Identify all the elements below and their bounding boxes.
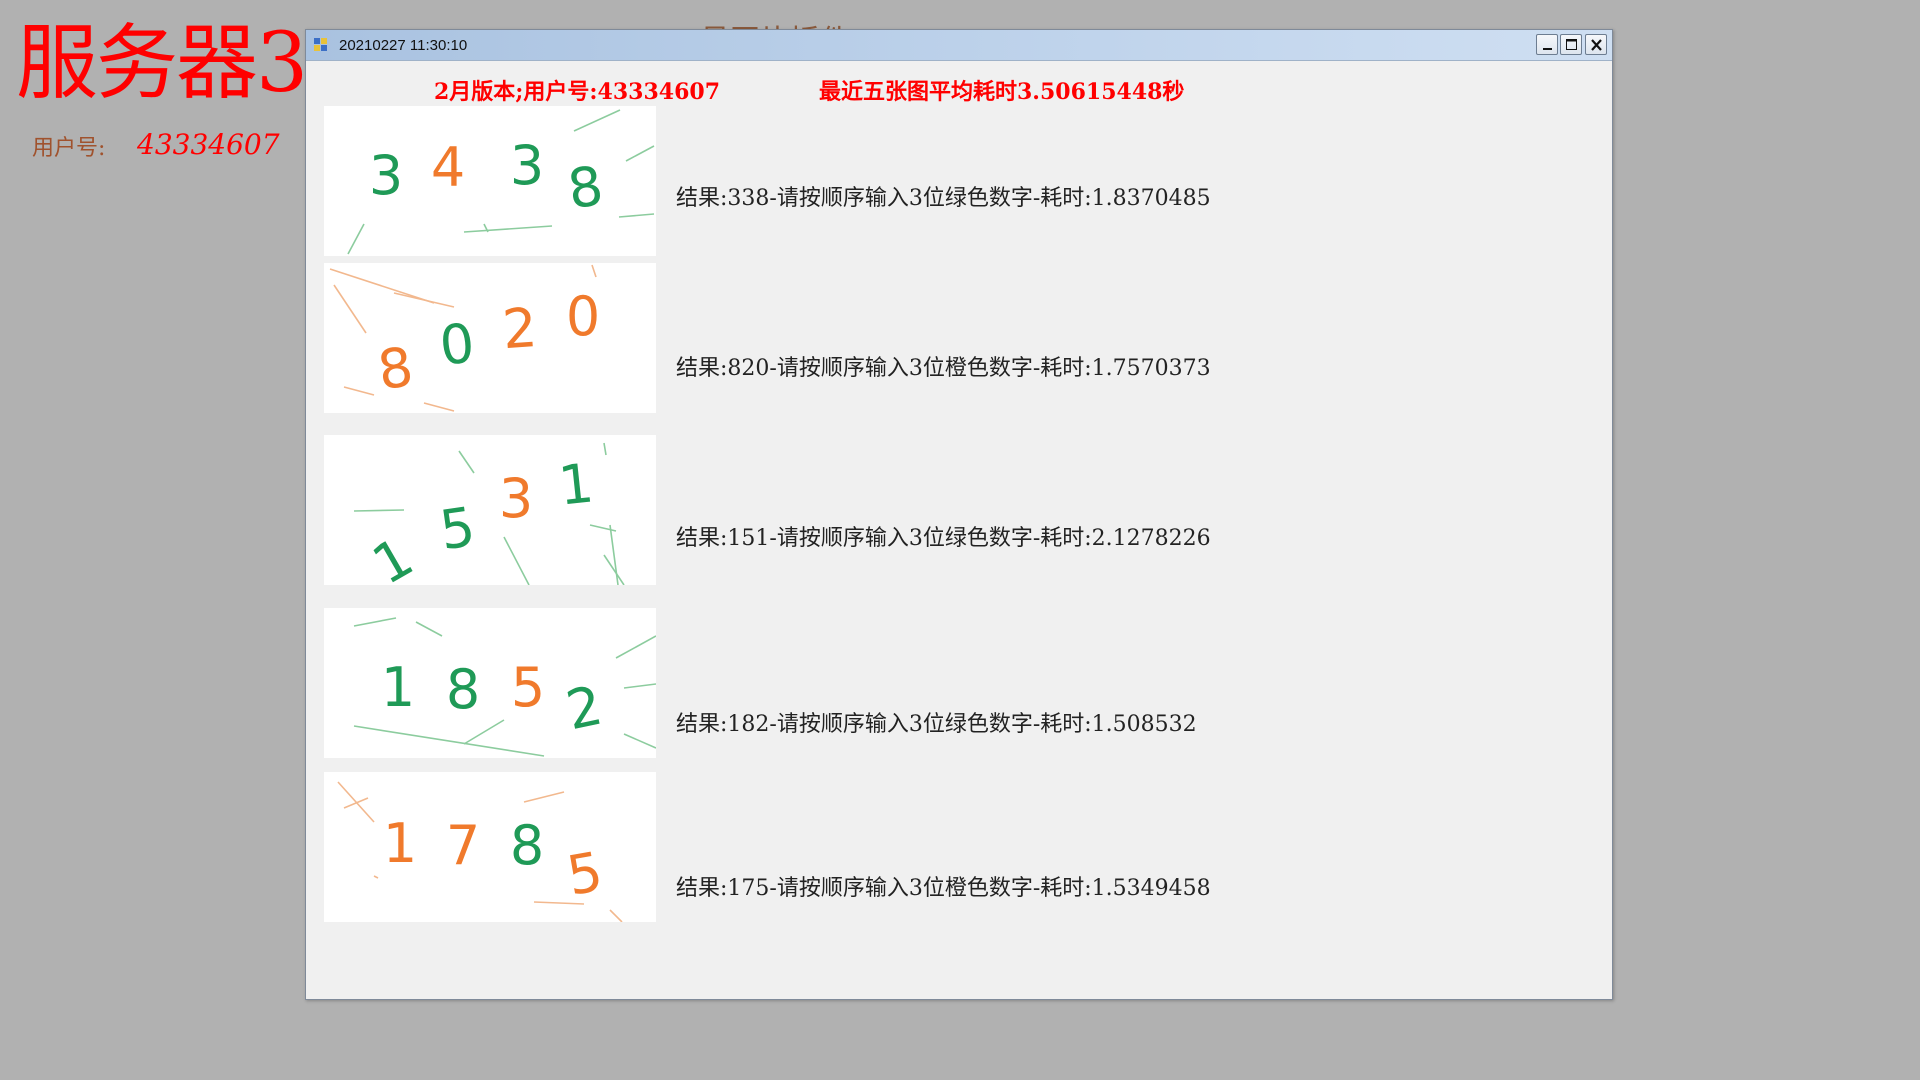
captcha-digit: 1 (381, 656, 415, 719)
close-button[interactable] (1585, 34, 1607, 55)
captcha-digit: 7 (446, 814, 480, 877)
captcha-digit: 5 (562, 840, 607, 908)
captcha-digit: 0 (437, 311, 478, 377)
captcha-digit: 4 (431, 136, 465, 199)
captcha-digit: 2 (561, 674, 608, 743)
result-text: 结果:820-请按顺序输入3位橙色数字-耗时:1.7570373 (676, 356, 1211, 381)
average-time-heading: 最近五张图平均耗时3.50615448秒 (819, 79, 1185, 105)
result-text: 结果:338-请按顺序输入3位绿色数字-耗时:1.8370485 (676, 186, 1211, 211)
version-user-heading: 2月版本;用户号:43334607 (434, 79, 721, 105)
minimize-icon (1543, 48, 1552, 50)
close-icon (1591, 39, 1602, 51)
captcha-digit: 3 (499, 467, 533, 530)
captcha-digit: 5 (511, 656, 545, 719)
title-bar[interactable]: 20210227 11:30:10 (306, 30, 1612, 61)
captcha-image: 3438 (324, 106, 656, 256)
app-window: 20210227 11:30:10 2月版本;用户号:43334607 最近五张… (305, 29, 1613, 1000)
captcha-digit: 1 (556, 451, 597, 517)
captcha-digit: 2 (500, 296, 539, 361)
maximize-button[interactable] (1560, 34, 1582, 55)
captcha-digit: 1 (383, 812, 417, 875)
minimize-button[interactable] (1536, 34, 1558, 55)
captcha-image: 1785 (324, 772, 656, 922)
captcha-digit: 8 (564, 154, 607, 221)
captcha-digit: 8 (446, 658, 480, 721)
captcha-digit: 3 (510, 134, 544, 197)
captcha-digit: 5 (436, 495, 479, 562)
maximize-icon (1566, 39, 1577, 50)
captcha-image: 8020 (324, 263, 656, 413)
window-title: 20210227 11:30:10 (339, 37, 468, 54)
captcha-digit: 3 (369, 144, 403, 207)
captcha-image: 1852 (324, 608, 656, 758)
background-user-value: 43334607 (137, 128, 280, 161)
result-text: 结果:151-请按顺序输入3位绿色数字-耗时:2.1278226 (676, 526, 1211, 551)
background-title: 服务器3 (16, 16, 308, 111)
result-text: 结果:182-请按顺序输入3位绿色数字-耗时:1.508532 (676, 712, 1197, 737)
result-text: 结果:175-请按顺序输入3位橙色数字-耗时:1.5349458 (676, 876, 1211, 901)
background-user-label: 用户号: (32, 136, 106, 161)
captcha-image: 1531 (324, 435, 656, 585)
captcha-digit: 1 (362, 525, 423, 585)
app-icon[interactable] (314, 38, 328, 52)
captcha-digit: 0 (566, 285, 600, 348)
captcha-digit: 8 (374, 335, 417, 402)
captcha-digit: 8 (510, 814, 544, 877)
